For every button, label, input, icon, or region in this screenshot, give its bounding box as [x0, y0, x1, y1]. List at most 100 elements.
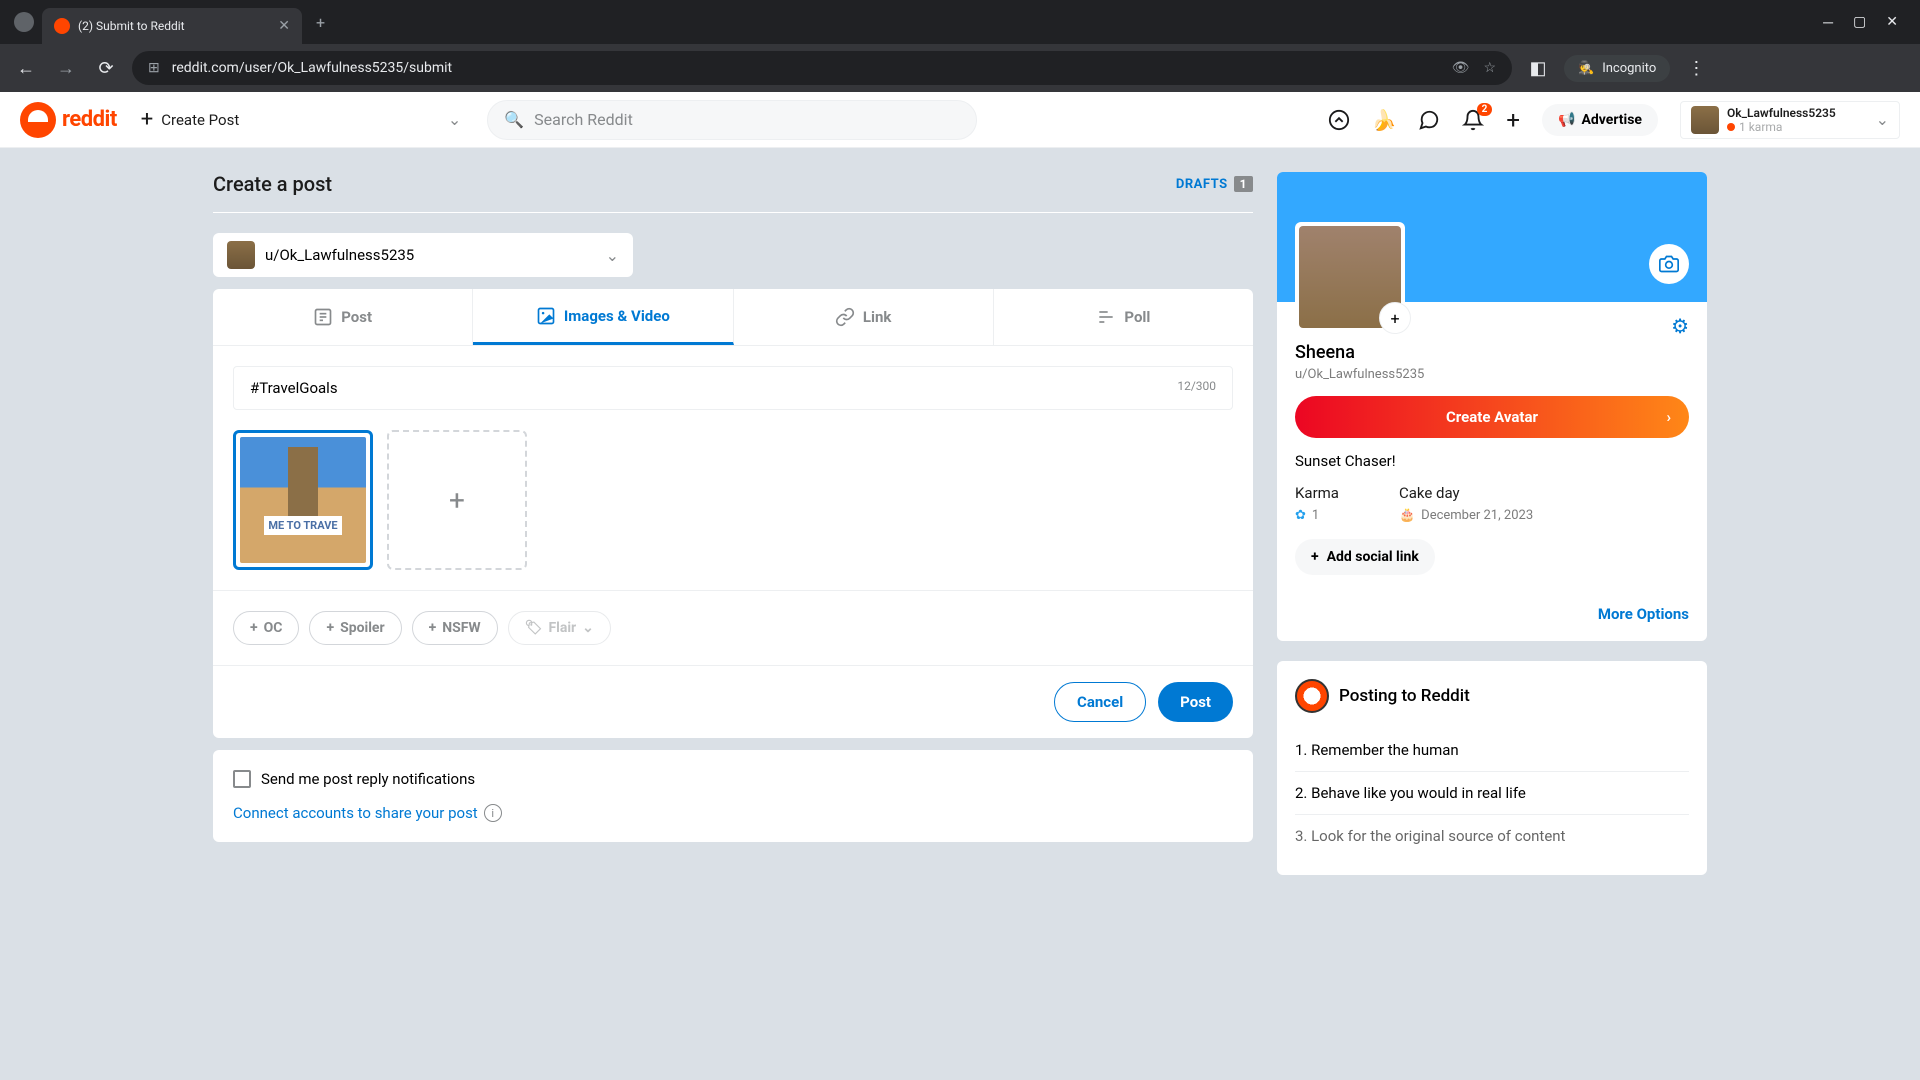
browser-tab[interactable]: (2) Submit to Reddit ✕: [42, 8, 302, 44]
cake-label: Cake day: [1399, 484, 1533, 502]
browser-titlebar: (2) Submit to Reddit ✕ + ─ ▢ ✕: [0, 0, 1920, 44]
browser-menu-icon[interactable]: ⋮: [1682, 58, 1710, 79]
plus-icon: +: [429, 620, 437, 636]
incognito-indicator[interactable]: 🕵 Incognito: [1564, 55, 1670, 82]
karma-dot-icon: [1727, 123, 1735, 131]
flair-label: Flair: [548, 620, 576, 636]
tab-poll[interactable]: Poll: [994, 289, 1253, 345]
post-button[interactable]: Post: [1158, 682, 1233, 722]
create-post-label: Create Post: [161, 111, 239, 129]
community-avatar: [227, 241, 255, 269]
tab-search-icon[interactable]: [14, 12, 34, 32]
plus-icon: +: [326, 620, 334, 636]
megaphone-icon: 📢: [1558, 112, 1575, 128]
flair-tag-button: 🏷Flair⌄: [508, 611, 611, 645]
title-input[interactable]: [250, 379, 1177, 397]
connect-accounts-link[interactable]: Connect accounts to share your post i: [233, 804, 1233, 822]
profile-handle: u/Ok_Lawfulness5235: [1295, 367, 1689, 382]
snoo-icon: [1295, 679, 1329, 713]
tab-poll-label: Poll: [1124, 308, 1150, 326]
incognito-icon: 🕵: [1578, 61, 1594, 76]
more-options-button[interactable]: More Options: [1295, 605, 1689, 623]
popular-icon[interactable]: [1328, 109, 1350, 131]
profile-bio: Sunset Chaser!: [1295, 452, 1689, 470]
link-icon: [835, 307, 855, 327]
notify-label: Send me post reply notifications: [261, 770, 475, 788]
tab-close-icon[interactable]: ✕: [278, 18, 290, 34]
back-icon[interactable]: ←: [12, 58, 40, 79]
reload-icon[interactable]: ⟳: [92, 58, 120, 79]
advertise-button[interactable]: 📢 Advertise: [1542, 104, 1658, 136]
oc-label: OC: [264, 620, 283, 636]
site-info-icon[interactable]: ⊞: [148, 60, 160, 76]
community-dropdown-toggle[interactable]: ⌄: [271, 110, 471, 129]
user-menu[interactable]: Ok_Lawfulness5235 1 karma ⌄: [1680, 101, 1900, 139]
nsfw-label: NSFW: [442, 620, 480, 636]
karma-icon: ✿: [1295, 508, 1306, 523]
connect-label: Connect accounts to share your post: [233, 804, 478, 822]
info-icon[interactable]: i: [484, 804, 502, 822]
tab-images-video[interactable]: Images & Video: [473, 289, 733, 345]
drafts-button[interactable]: DRAFTS 1: [1176, 176, 1253, 192]
reddit-header: reddit + Create Post ⌄ 🔍 Search Reddit 🍌…: [0, 92, 1920, 148]
notifications-icon[interactable]: 2: [1462, 109, 1484, 131]
search-placeholder: Search Reddit: [534, 110, 633, 129]
profile-banner: +: [1277, 172, 1707, 302]
media-thumbnail[interactable]: ME TO TRAVE: [233, 430, 373, 570]
banner-camera-button[interactable]: [1649, 244, 1689, 284]
chevron-down-icon: ⌄: [448, 110, 461, 129]
notify-checkbox-row[interactable]: Send me post reply notifications: [233, 770, 1233, 788]
cancel-button[interactable]: Cancel: [1054, 682, 1146, 722]
tab-link-label: Link: [863, 308, 892, 326]
tag-icon: 🏷: [525, 620, 543, 636]
create-avatar-button[interactable]: Create Avatar ›: [1295, 396, 1689, 438]
add-media-button[interactable]: +: [387, 430, 527, 570]
karma-value: 1: [1312, 508, 1319, 523]
chat-icon[interactable]: [1418, 109, 1440, 131]
reddit-logo[interactable]: reddit: [20, 102, 117, 138]
search-input[interactable]: 🔍 Search Reddit: [487, 100, 977, 140]
logo-text: reddit: [62, 107, 117, 132]
add-social-button[interactable]: + Add social link: [1295, 539, 1435, 575]
tab-post-label: Post: [341, 308, 372, 326]
notification-badge: 2: [1477, 103, 1493, 116]
community-name: u/Ok_Lawfulness5235: [265, 246, 596, 264]
tab-post[interactable]: Post: [213, 289, 473, 345]
community-selector[interactable]: u/Ok_Lawfulness5235 ⌄: [213, 233, 633, 277]
char-count: 12/300: [1177, 379, 1216, 397]
drafts-count: 1: [1234, 176, 1253, 192]
rule-item: 1. Remember the human: [1295, 729, 1689, 772]
karma-text: 1 karma: [1739, 120, 1782, 134]
drafts-label: DRAFTS: [1176, 177, 1228, 192]
side-panel-icon[interactable]: ◧: [1524, 58, 1552, 79]
new-tab-icon[interactable]: +: [316, 13, 325, 32]
chevron-down-icon: ⌄: [1876, 110, 1889, 129]
close-window-icon[interactable]: ✕: [1886, 14, 1898, 31]
add-social-label: Add social link: [1327, 549, 1419, 565]
rules-card: Posting to Reddit 1. Remember the human …: [1277, 661, 1707, 875]
profile-name: Sheena: [1295, 342, 1689, 363]
coins-icon[interactable]: 🍌: [1372, 108, 1397, 132]
create-avatar-label: Create Avatar: [1446, 408, 1538, 426]
create-post-menu[interactable]: + Create Post: [133, 107, 255, 132]
post-icon: [313, 307, 333, 327]
plus-icon: +: [1311, 549, 1319, 565]
maximize-icon[interactable]: ▢: [1853, 14, 1866, 31]
chevron-right-icon: ›: [1666, 408, 1671, 426]
advertise-label: Advertise: [1581, 112, 1642, 128]
tab-link[interactable]: Link: [734, 289, 994, 345]
minimize-icon[interactable]: ─: [1823, 14, 1833, 31]
eye-off-icon[interactable]: 👁: [1452, 60, 1470, 76]
create-icon[interactable]: +: [1506, 106, 1520, 134]
forward-icon: →: [52, 58, 80, 79]
chevron-down-icon: ⌄: [606, 246, 619, 265]
nsfw-tag-button[interactable]: + NSFW: [412, 611, 498, 645]
checkbox-icon[interactable]: [233, 770, 251, 788]
bookmark-icon[interactable]: ☆: [1483, 60, 1496, 76]
spoiler-tag-button[interactable]: +Spoiler: [309, 611, 401, 645]
settings-icon[interactable]: ⚙: [1671, 314, 1689, 338]
title-input-wrapper: 12/300: [233, 366, 1233, 410]
plus-icon: +: [250, 620, 258, 636]
oc-tag-button[interactable]: + OC: [233, 611, 299, 645]
url-bar[interactable]: ⊞ reddit.com/user/Ok_Lawfulness5235/subm…: [132, 51, 1512, 85]
